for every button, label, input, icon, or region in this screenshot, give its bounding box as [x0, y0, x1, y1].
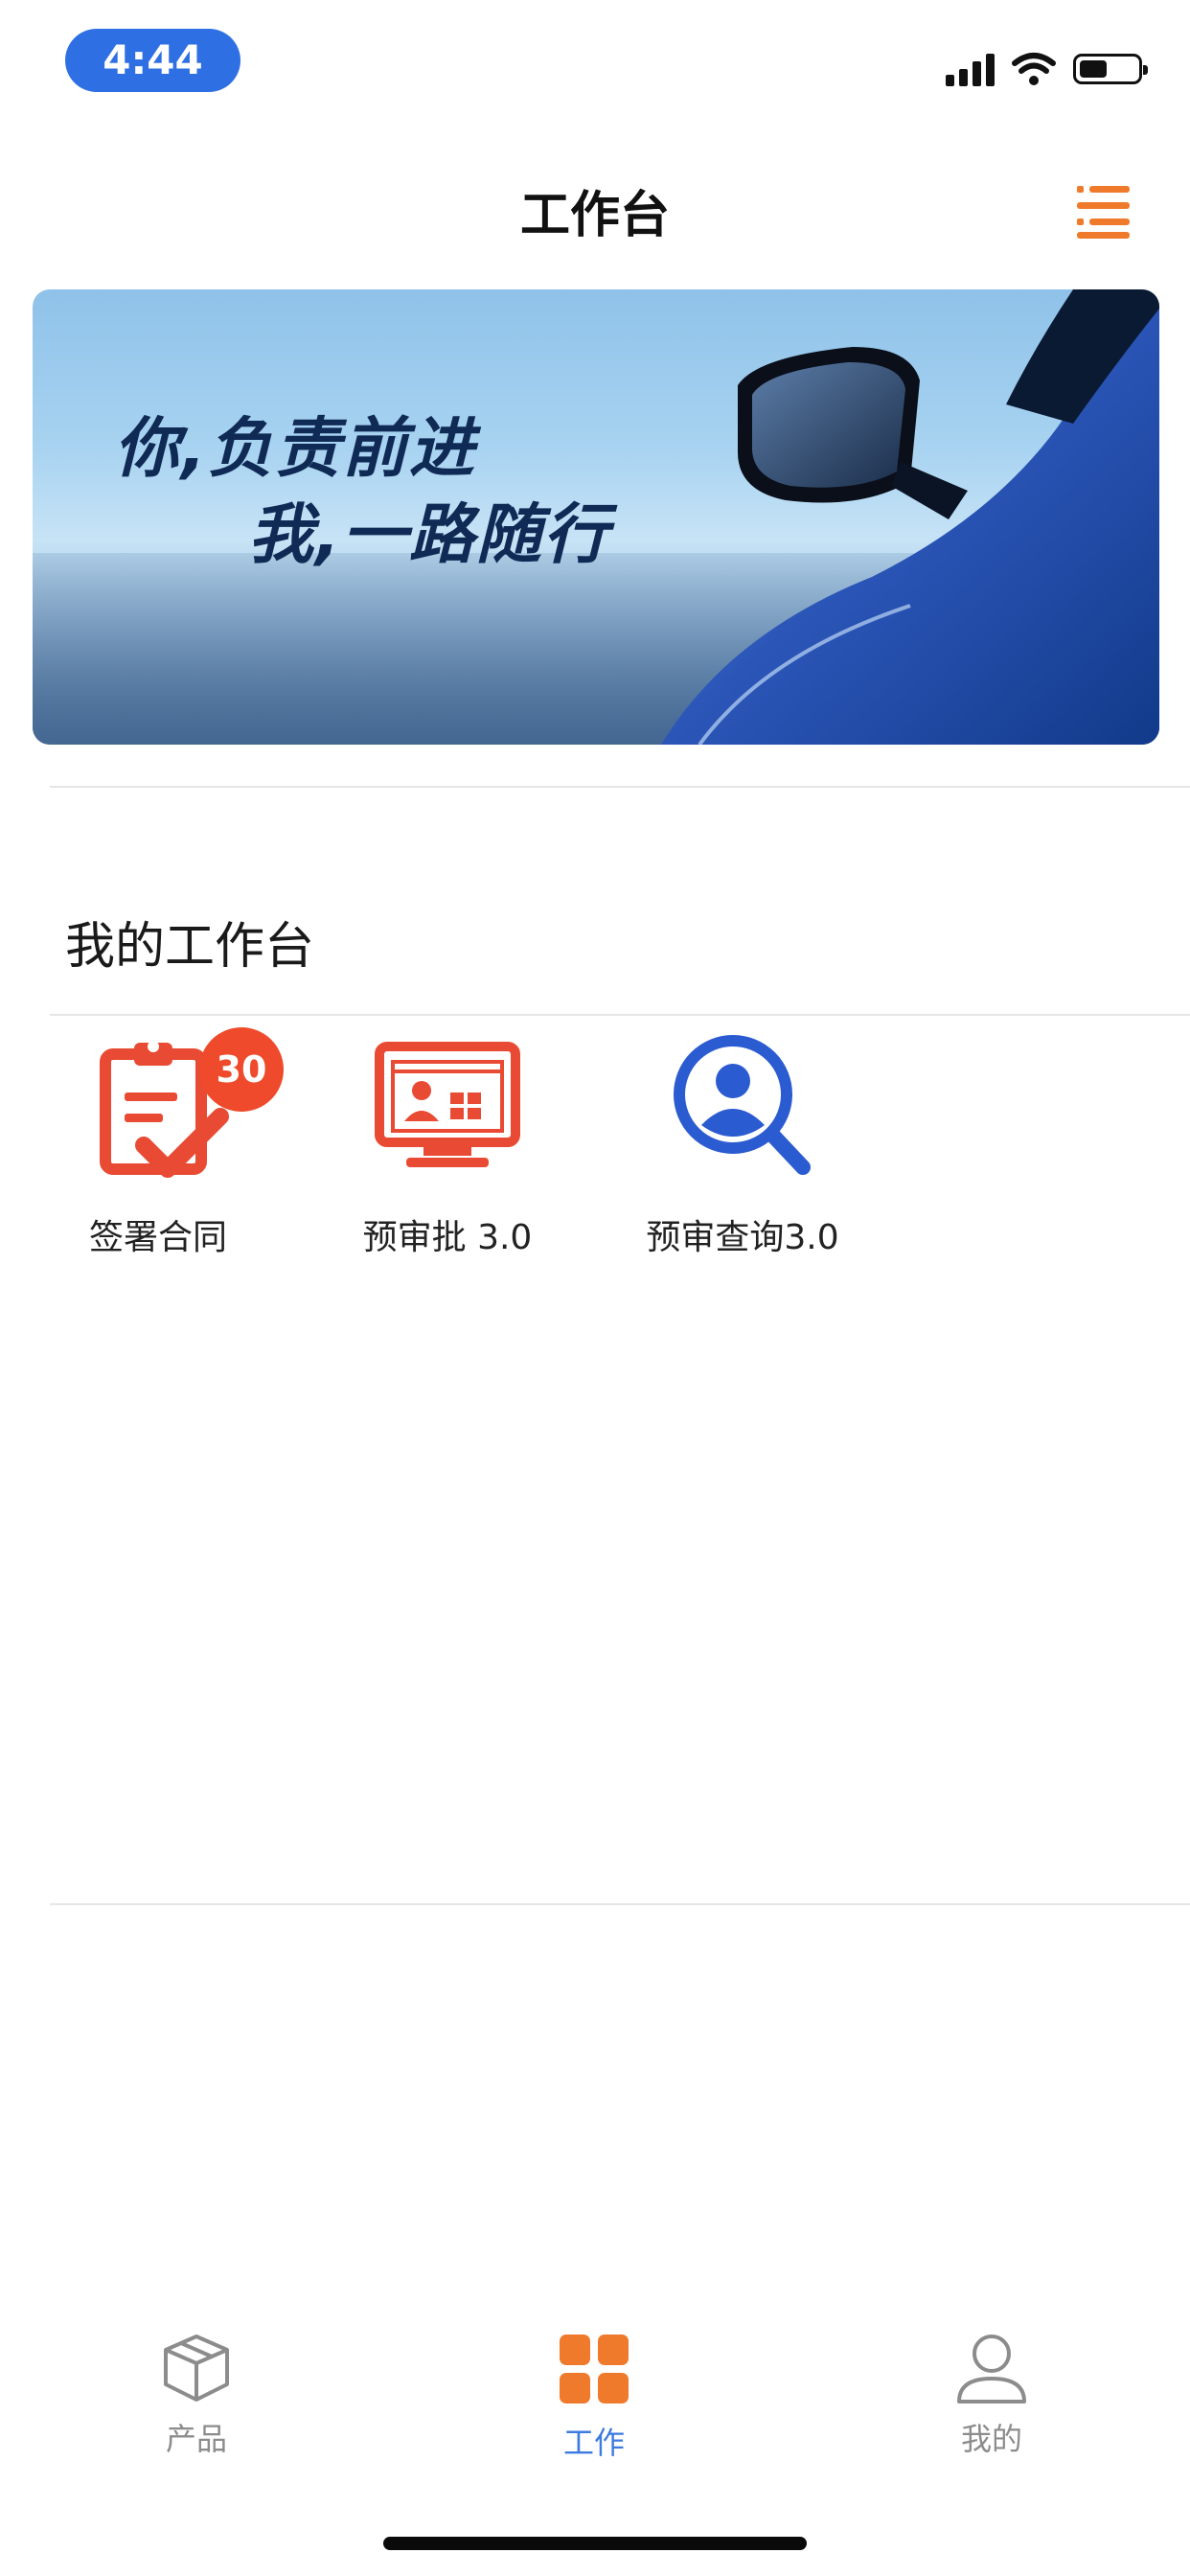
tab-label-active: 工作: [562, 2425, 625, 2461]
cellular-signal-icon: [946, 52, 995, 86]
tile-label: 预审批 3.0: [362, 1218, 533, 1257]
tab-label: 我的: [960, 2421, 1022, 2457]
status-time: 4:44: [65, 29, 240, 92]
box-icon: [164, 2334, 229, 2402]
car-mirror-image: [661, 289, 1159, 745]
page-title: 工作台: [519, 187, 670, 244]
search-user-icon: [674, 1035, 811, 1175]
home-indicator[interactable]: [383, 2537, 807, 2550]
status-icons: [946, 48, 1148, 90]
tab-bar: 产品 工作 我的: [0, 2329, 1190, 2463]
banner-slogan-line2: 我,一路随行: [248, 497, 610, 573]
status-bar: 4:44: [0, 0, 1190, 125]
tab-label: 产品: [165, 2421, 227, 2457]
tab-work[interactable]: 工作: [498, 2329, 690, 2463]
tab-products[interactable]: 产品: [101, 2329, 292, 2459]
wifi-icon: [1012, 53, 1056, 85]
menu-list-icon[interactable]: [1065, 172, 1142, 249]
banner-slogan-line1: 你,负责前进: [114, 411, 476, 487]
tab-me[interactable]: 我的: [896, 2329, 1087, 2459]
section-title: 我的工作台: [65, 918, 315, 976]
tile-label: 签署合同: [88, 1218, 227, 1257]
promo-banner[interactable]: 你,负责前进 我,一路随行: [33, 289, 1159, 745]
monitor-profile-icon: [375, 1042, 520, 1167]
notification-badge: 30: [199, 1027, 284, 1112]
section-divider: [50, 786, 1190, 788]
section-divider: [50, 1903, 1190, 1905]
user-icon: [957, 2334, 1026, 2404]
nav-header: 工作台: [0, 163, 1190, 259]
tile-label: 预审查询3.0: [646, 1218, 839, 1257]
tile-pre-approval[interactable]: 预审批 3.0: [328, 1025, 567, 1259]
battery-icon: [1073, 54, 1148, 84]
tile-pre-approval-query[interactable]: 预审查询3.0: [623, 1025, 862, 1259]
grid-icon: [560, 2334, 629, 2404]
section-divider: [50, 1014, 1190, 1016]
